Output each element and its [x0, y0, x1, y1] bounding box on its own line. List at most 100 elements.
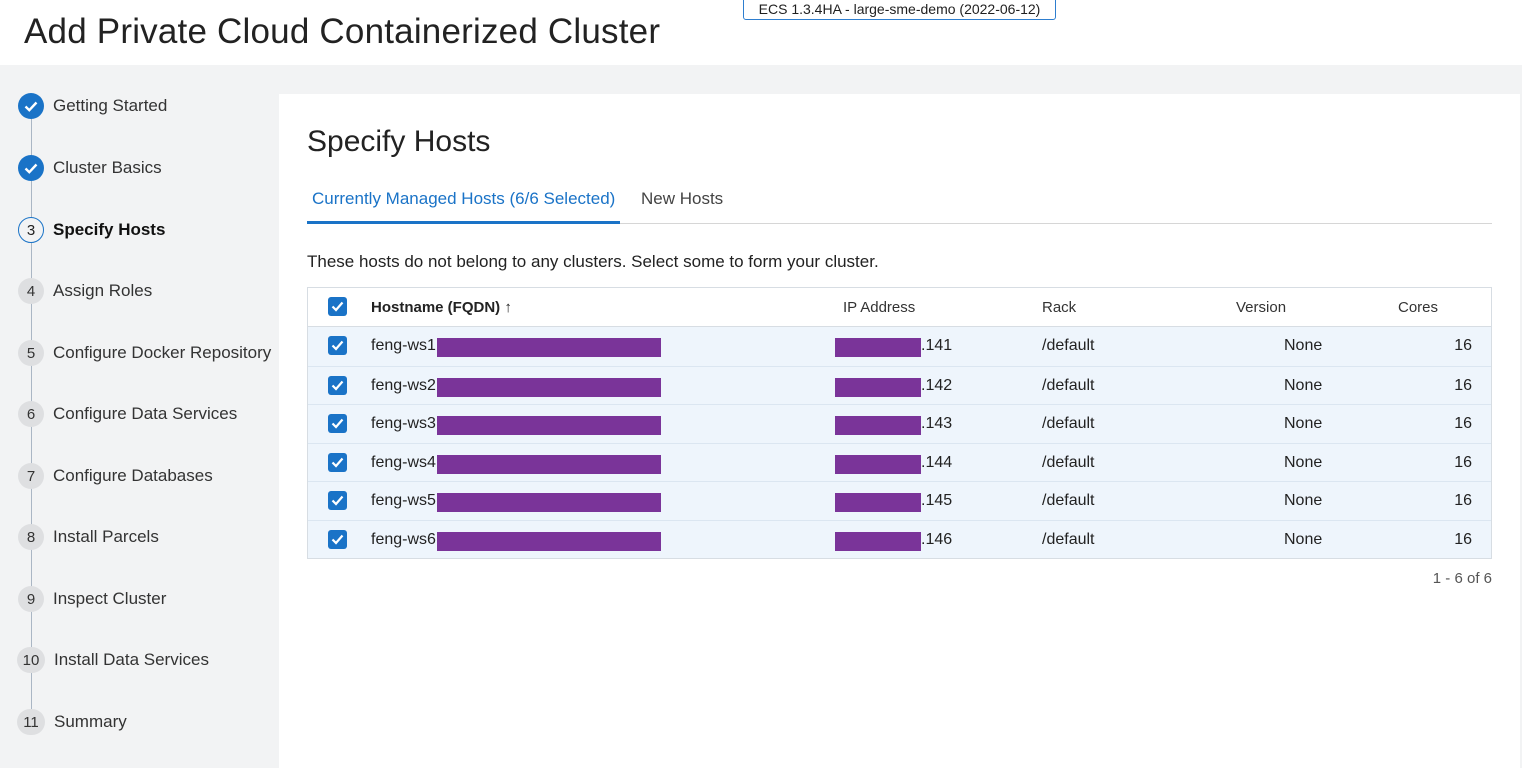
wizard-step-specify-hosts[interactable]: 3 Specify Hosts — [18, 217, 165, 243]
wizard-step-label: Configure Docker Repository — [53, 343, 272, 362]
wizard-step-configure-databases[interactable]: 7 Configure Databases — [18, 463, 213, 489]
wizard-step-summary[interactable]: 11 Summary — [17, 709, 127, 735]
rack-cell: /default — [1042, 530, 1095, 548]
row-checkbox[interactable] — [328, 414, 347, 433]
column-header-cores: Cores — [1398, 299, 1439, 316]
wizard-step-getting-started[interactable]: Getting Started — [18, 93, 167, 119]
wizard-step-inspect-cluster[interactable]: 9 Inspect Cluster — [18, 586, 166, 612]
ip-address-cell: .144 — [921, 453, 953, 471]
row-checkbox[interactable] — [328, 529, 347, 549]
wizard-step-label: Install Parcels — [53, 527, 159, 546]
cores-cell: 16 — [1454, 453, 1472, 471]
version-badge: ECS 1.3.4HA - large-sme-demo (2022-06-12… — [743, 0, 1056, 20]
cores-cell: 16 — [1454, 492, 1472, 509]
tab-new-hosts[interactable]: New Hosts — [641, 188, 723, 224]
version-cell: None — [1284, 415, 1323, 432]
row-checkbox[interactable] — [328, 336, 347, 355]
redaction-bar — [835, 531, 921, 551]
cores-cell: 16 — [1454, 376, 1472, 394]
cores-cell: 16 — [1454, 415, 1472, 432]
wizard-step-install-data-services[interactable]: 10 Install Data Services — [17, 647, 209, 673]
wizard-step-install-parcels[interactable]: 8 Install Parcels — [18, 524, 159, 550]
checkmark-icon — [331, 418, 344, 429]
cores-cell: 16 — [1454, 530, 1472, 548]
table-row[interactable]: feng-ws6. .146/default None 16 — [308, 519, 1491, 558]
ip-address-cell: .145 — [921, 492, 953, 509]
rack-cell: /default — [1042, 453, 1095, 471]
page-title: Add Private Cloud Containerized Cluster — [24, 12, 661, 51]
checkmark-icon — [331, 534, 344, 545]
hostname-cell: feng-ws1. — [371, 337, 441, 354]
wizard-step-label: Inspect Cluster — [53, 589, 167, 608]
tab-currently-managed-hosts[interactable]: Currently Managed Hosts (6/6 Selected) — [307, 188, 621, 224]
hosts-description: These hosts do not belong to any cluster… — [307, 252, 879, 271]
step-number: 6 — [18, 401, 44, 427]
table-row[interactable]: feng-ws4. .144/default None 16 — [308, 442, 1491, 481]
hostname-cell: feng-ws3. — [371, 415, 441, 432]
table-row[interactable]: feng-ws3. .143/default None 16 — [308, 404, 1491, 443]
redaction-bar — [835, 338, 921, 357]
wizard-step-label: Summary — [54, 712, 127, 731]
checkmark-icon — [331, 380, 344, 391]
wizard-step-configure-data-services[interactable]: 6 Configure Data Services — [18, 401, 237, 427]
step-number: 5 — [18, 340, 44, 366]
table-body: feng-ws1. .141/default None 16 feng-ws2. .142… — [308, 327, 1491, 558]
checkmark-icon — [331, 457, 344, 468]
table-row[interactable]: feng-ws5. .145/default None 16 — [308, 481, 1491, 520]
cores-cell: 16 — [1454, 337, 1472, 354]
step-number: 11 — [17, 709, 45, 735]
hostname-cell: feng-ws6. — [371, 530, 441, 548]
wizard-steps: Getting Started Cluster Basics 3 Specify Ho… — [0, 65, 278, 768]
version-cell: None — [1284, 453, 1323, 471]
redaction-bar — [437, 531, 661, 551]
table-row[interactable]: feng-ws2. .142/default None 16 — [308, 365, 1491, 404]
wizard-step-label: Configure Databases — [53, 466, 213, 485]
column-header-version: Version — [1236, 299, 1287, 316]
rack-cell: /default — [1042, 415, 1095, 432]
checkmark-icon — [331, 301, 344, 312]
wizard-step-label: Specify Hosts — [53, 220, 166, 239]
column-header-hostname[interactable]: Hostname (FQDN) ↑ — [371, 299, 512, 316]
rack-cell: /default — [1042, 337, 1095, 354]
wizard-step-label: Configure Data Services — [53, 404, 238, 423]
step-number: 9 — [18, 586, 44, 612]
version-cell: None — [1284, 530, 1323, 548]
rack-cell: /default — [1042, 492, 1095, 509]
ip-address-cell: .141 — [921, 337, 953, 354]
table-header: Hostname (FQDN) ↑ IP Address Rack Versio… — [308, 288, 1491, 327]
redaction-bar — [437, 377, 661, 397]
row-checkbox[interactable] — [328, 375, 347, 395]
row-checkbox[interactable] — [328, 452, 347, 472]
redaction-bar — [835, 416, 921, 435]
redaction-bar — [437, 416, 661, 435]
wizard-step-label: Assign Roles — [53, 281, 153, 300]
ip-address-cell: .146 — [921, 530, 953, 548]
wizard-step-configure-docker-repository[interactable]: 5 Configure Docker Repository — [18, 340, 271, 366]
checkmark-icon — [331, 340, 344, 351]
host-tabs: Currently Managed Hosts (6/6 Selected) N… — [307, 188, 1492, 224]
hostname-cell: feng-ws4. — [371, 453, 441, 471]
ip-address-cell: .142 — [921, 376, 953, 394]
wizard-step-label: Install Data Services — [54, 650, 209, 669]
column-header-ip-address: IP Address — [843, 299, 916, 316]
hostname-cell: feng-ws2. — [371, 376, 441, 394]
redaction-bar — [835, 493, 921, 512]
step-number: 4 — [18, 278, 44, 304]
redaction-bar — [437, 338, 661, 357]
version-cell: None — [1284, 492, 1323, 509]
row-checkbox[interactable] — [328, 491, 347, 510]
wizard-step-label: Cluster Basics — [53, 158, 162, 177]
redaction-bar — [835, 454, 921, 474]
version-cell: None — [1284, 376, 1323, 394]
section-title: Specify Hosts — [307, 125, 491, 158]
select-all-checkbox[interactable] — [328, 297, 347, 316]
table-row[interactable]: feng-ws1. .141/default None 16 — [308, 327, 1491, 366]
step-complete-check-icon — [18, 155, 44, 181]
step-number: 8 — [18, 524, 44, 550]
wizard-step-label: Getting Started — [53, 96, 168, 115]
wizard-step-cluster-basics[interactable]: Cluster Basics — [18, 155, 162, 181]
main-card: Specify Hosts Currently Managed Hosts (6… — [279, 94, 1520, 768]
redaction-bar — [835, 377, 921, 397]
wizard-step-assign-roles[interactable]: 4 Assign Roles — [18, 278, 152, 304]
hosts-table: Hostname (FQDN) ↑ IP Address Rack Versio… — [307, 287, 1492, 559]
